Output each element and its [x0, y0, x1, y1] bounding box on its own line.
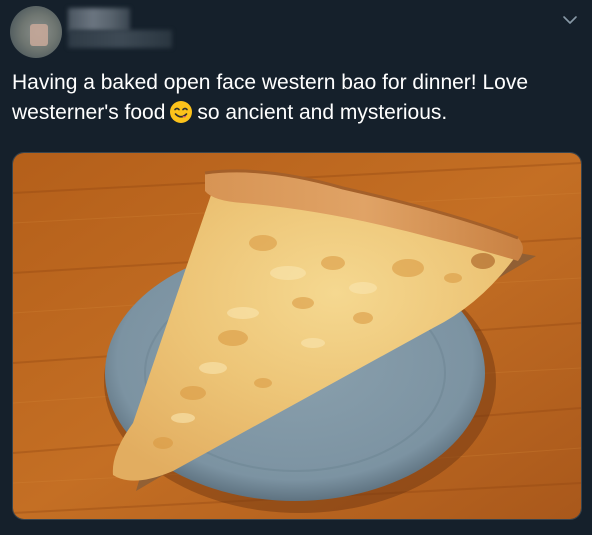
face-savoring-food-emoji	[170, 101, 193, 123]
tweet-text: Having a baked open face western bao for…	[12, 68, 582, 128]
avatar[interactable]	[10, 6, 62, 58]
display-name-redacted[interactable]	[68, 8, 130, 32]
tweet-text-tail: so ancient and mysterious.	[197, 101, 448, 124]
avatar-blur	[30, 24, 48, 46]
pizza-slice-photo	[13, 153, 581, 519]
handle-redacted[interactable]	[68, 30, 172, 48]
tweet-media[interactable]	[12, 152, 582, 520]
chevron-down-icon[interactable]	[560, 10, 580, 30]
